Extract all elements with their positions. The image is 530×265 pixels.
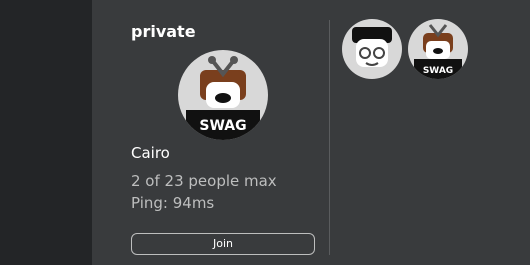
avatar-shirt-text: SWAG bbox=[423, 66, 453, 76]
swag-avatar-icon: SWAG bbox=[186, 56, 260, 140]
player-avatar[interactable]: SWAG bbox=[408, 19, 468, 79]
left-sidebar-strip bbox=[0, 0, 92, 265]
host-name: Cairo bbox=[131, 144, 170, 162]
ping-text: Ping: 94ms bbox=[131, 194, 215, 212]
avatar-shirt-text: SWAG bbox=[199, 118, 246, 134]
server-title: private bbox=[131, 22, 196, 41]
host-avatar[interactable]: SWAG bbox=[178, 50, 268, 140]
join-button[interactable]: Join bbox=[131, 233, 315, 255]
divider bbox=[329, 20, 330, 255]
player-capacity: 2 of 23 people max bbox=[131, 172, 277, 190]
swag-avatar-icon: SWAG bbox=[414, 24, 462, 79]
glasses-avatar-icon bbox=[352, 27, 392, 67]
player-avatar[interactable] bbox=[342, 19, 402, 79]
